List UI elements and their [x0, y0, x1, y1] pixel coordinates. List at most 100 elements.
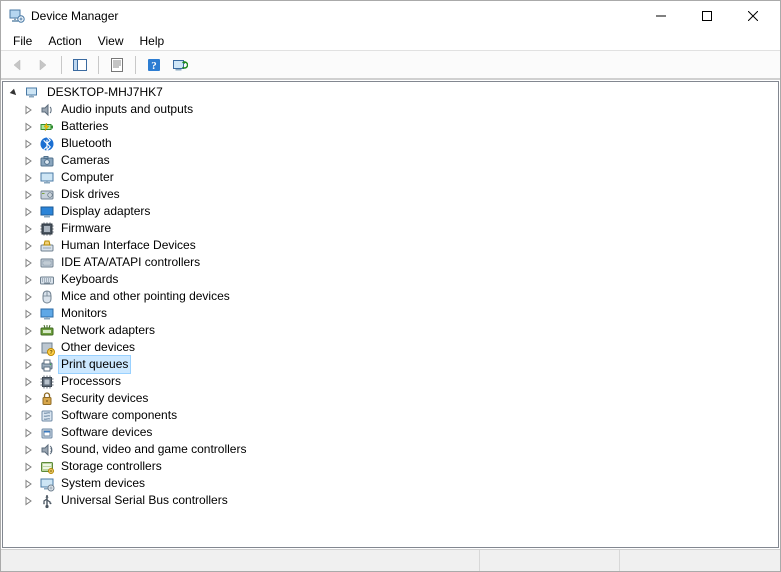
printer-icon [39, 357, 55, 373]
tree-item-ide-ata-atapi-controllers[interactable]: IDE ATA/ATAPI controllers [5, 254, 778, 271]
keyboard-icon [39, 272, 55, 288]
expander-icon[interactable] [23, 326, 37, 336]
tree-item-cameras[interactable]: Cameras [5, 152, 778, 169]
expander-icon[interactable] [23, 428, 37, 438]
expander-icon[interactable] [23, 496, 37, 506]
close-button[interactable] [730, 1, 776, 31]
storage-icon [39, 459, 55, 475]
expander-icon[interactable] [23, 309, 37, 319]
window-controls [638, 1, 776, 31]
tree-item-bluetooth[interactable]: Bluetooth [5, 135, 778, 152]
expander-icon[interactable] [23, 139, 37, 149]
tree-item-print-queues[interactable]: Print queues [5, 356, 778, 373]
expander-icon[interactable] [23, 411, 37, 421]
tree-item-label: Storage controllers [59, 458, 164, 475]
network-icon [39, 323, 55, 339]
expander-icon[interactable] [23, 445, 37, 455]
tree-item-label: Software devices [59, 424, 154, 441]
tree-item-label: Display adapters [59, 203, 152, 220]
device-tree[interactable]: DESKTOP-MHJ7HK7Audio inputs and outputsB… [2, 81, 779, 548]
camera-icon [39, 153, 55, 169]
back-button[interactable] [5, 54, 29, 76]
expander-icon[interactable] [23, 241, 37, 251]
expander-icon[interactable] [23, 394, 37, 404]
forward-button[interactable] [31, 54, 55, 76]
menu-help[interactable]: Help [132, 32, 173, 50]
tree-item-display-adapters[interactable]: Display adapters [5, 203, 778, 220]
expander-icon[interactable] [23, 479, 37, 489]
expander-icon[interactable] [23, 343, 37, 353]
tree-item-storage-controllers[interactable]: Storage controllers [5, 458, 778, 475]
tree-item-other-devices[interactable]: ?Other devices [5, 339, 778, 356]
expander-icon[interactable] [9, 88, 23, 98]
tree-item-software-devices[interactable]: Software devices [5, 424, 778, 441]
expander-icon[interactable] [23, 122, 37, 132]
tree-item-label: IDE ATA/ATAPI controllers [59, 254, 202, 271]
expander-icon[interactable] [23, 292, 37, 302]
tree-item-software-components[interactable]: Software components [5, 407, 778, 424]
tree-item-label: Processors [59, 373, 123, 390]
tree-item-network-adapters[interactable]: Network adapters [5, 322, 778, 339]
mouse-icon [39, 289, 55, 305]
system-icon [39, 476, 55, 492]
expander-icon[interactable] [23, 258, 37, 268]
scan-hardware-button[interactable] [168, 54, 192, 76]
expander-icon[interactable] [23, 462, 37, 472]
expander-icon[interactable] [23, 207, 37, 217]
tree-item-monitors[interactable]: Monitors [5, 305, 778, 322]
tree-item-mice-and-other-pointing-devices[interactable]: Mice and other pointing devices [5, 288, 778, 305]
tree-item-processors[interactable]: Processors [5, 373, 778, 390]
tree-item-audio-inputs-and-outputs[interactable]: Audio inputs and outputs [5, 101, 778, 118]
computer-icon [39, 170, 55, 186]
minimize-button[interactable] [638, 1, 684, 31]
tree-item-label: Audio inputs and outputs [59, 101, 195, 118]
tree-item-label: Monitors [59, 305, 109, 322]
tree-item-security-devices[interactable]: Security devices [5, 390, 778, 407]
show-hide-tree-button[interactable] [68, 54, 92, 76]
help-button[interactable]: ? [142, 54, 166, 76]
disk-icon [39, 187, 55, 203]
tree-item-universal-serial-bus-controllers[interactable]: Universal Serial Bus controllers [5, 492, 778, 509]
display-icon [39, 204, 55, 220]
sound-icon [39, 442, 55, 458]
expander-icon[interactable] [23, 173, 37, 183]
tree-root[interactable]: DESKTOP-MHJ7HK7 [5, 84, 778, 101]
tree-item-system-devices[interactable]: System devices [5, 475, 778, 492]
maximize-button[interactable] [684, 1, 730, 31]
expander-icon[interactable] [23, 377, 37, 387]
tree-item-computer[interactable]: Computer [5, 169, 778, 186]
status-pane [1, 550, 480, 571]
expander-icon[interactable] [23, 224, 37, 234]
monitor-icon [39, 306, 55, 322]
tree-root-label: DESKTOP-MHJ7HK7 [45, 84, 165, 101]
computer-icon [25, 85, 41, 101]
expander-icon[interactable] [23, 190, 37, 200]
expander-icon[interactable] [23, 156, 37, 166]
audio-icon [39, 102, 55, 118]
expander-icon[interactable] [23, 105, 37, 115]
properties-button[interactable] [105, 54, 129, 76]
tree-item-firmware[interactable]: Firmware [5, 220, 778, 237]
tree-item-label: Other devices [59, 339, 137, 356]
tree-item-label: Bluetooth [59, 135, 114, 152]
tree-item-label: Human Interface Devices [59, 237, 198, 254]
swcomp-icon [39, 408, 55, 424]
tree-item-batteries[interactable]: Batteries [5, 118, 778, 135]
toolbar-separator [61, 56, 62, 74]
expander-icon[interactable] [23, 360, 37, 370]
expander-icon[interactable] [23, 275, 37, 285]
tree-item-keyboards[interactable]: Keyboards [5, 271, 778, 288]
menu-file[interactable]: File [5, 32, 40, 50]
tree-item-sound-video-and-game-controllers[interactable]: Sound, video and game controllers [5, 441, 778, 458]
menu-action[interactable]: Action [40, 32, 89, 50]
tree-item-human-interface-devices[interactable]: Human Interface Devices [5, 237, 778, 254]
menu-bar: File Action View Help [1, 31, 780, 51]
tree-item-label: Keyboards [59, 271, 120, 288]
tree-item-label: Universal Serial Bus controllers [59, 492, 230, 509]
ide-icon [39, 255, 55, 271]
menu-view[interactable]: View [90, 32, 132, 50]
window-title: Device Manager [31, 9, 638, 23]
tree-item-label: Computer [59, 169, 116, 186]
usb-icon [39, 493, 55, 509]
tree-item-disk-drives[interactable]: Disk drives [5, 186, 778, 203]
